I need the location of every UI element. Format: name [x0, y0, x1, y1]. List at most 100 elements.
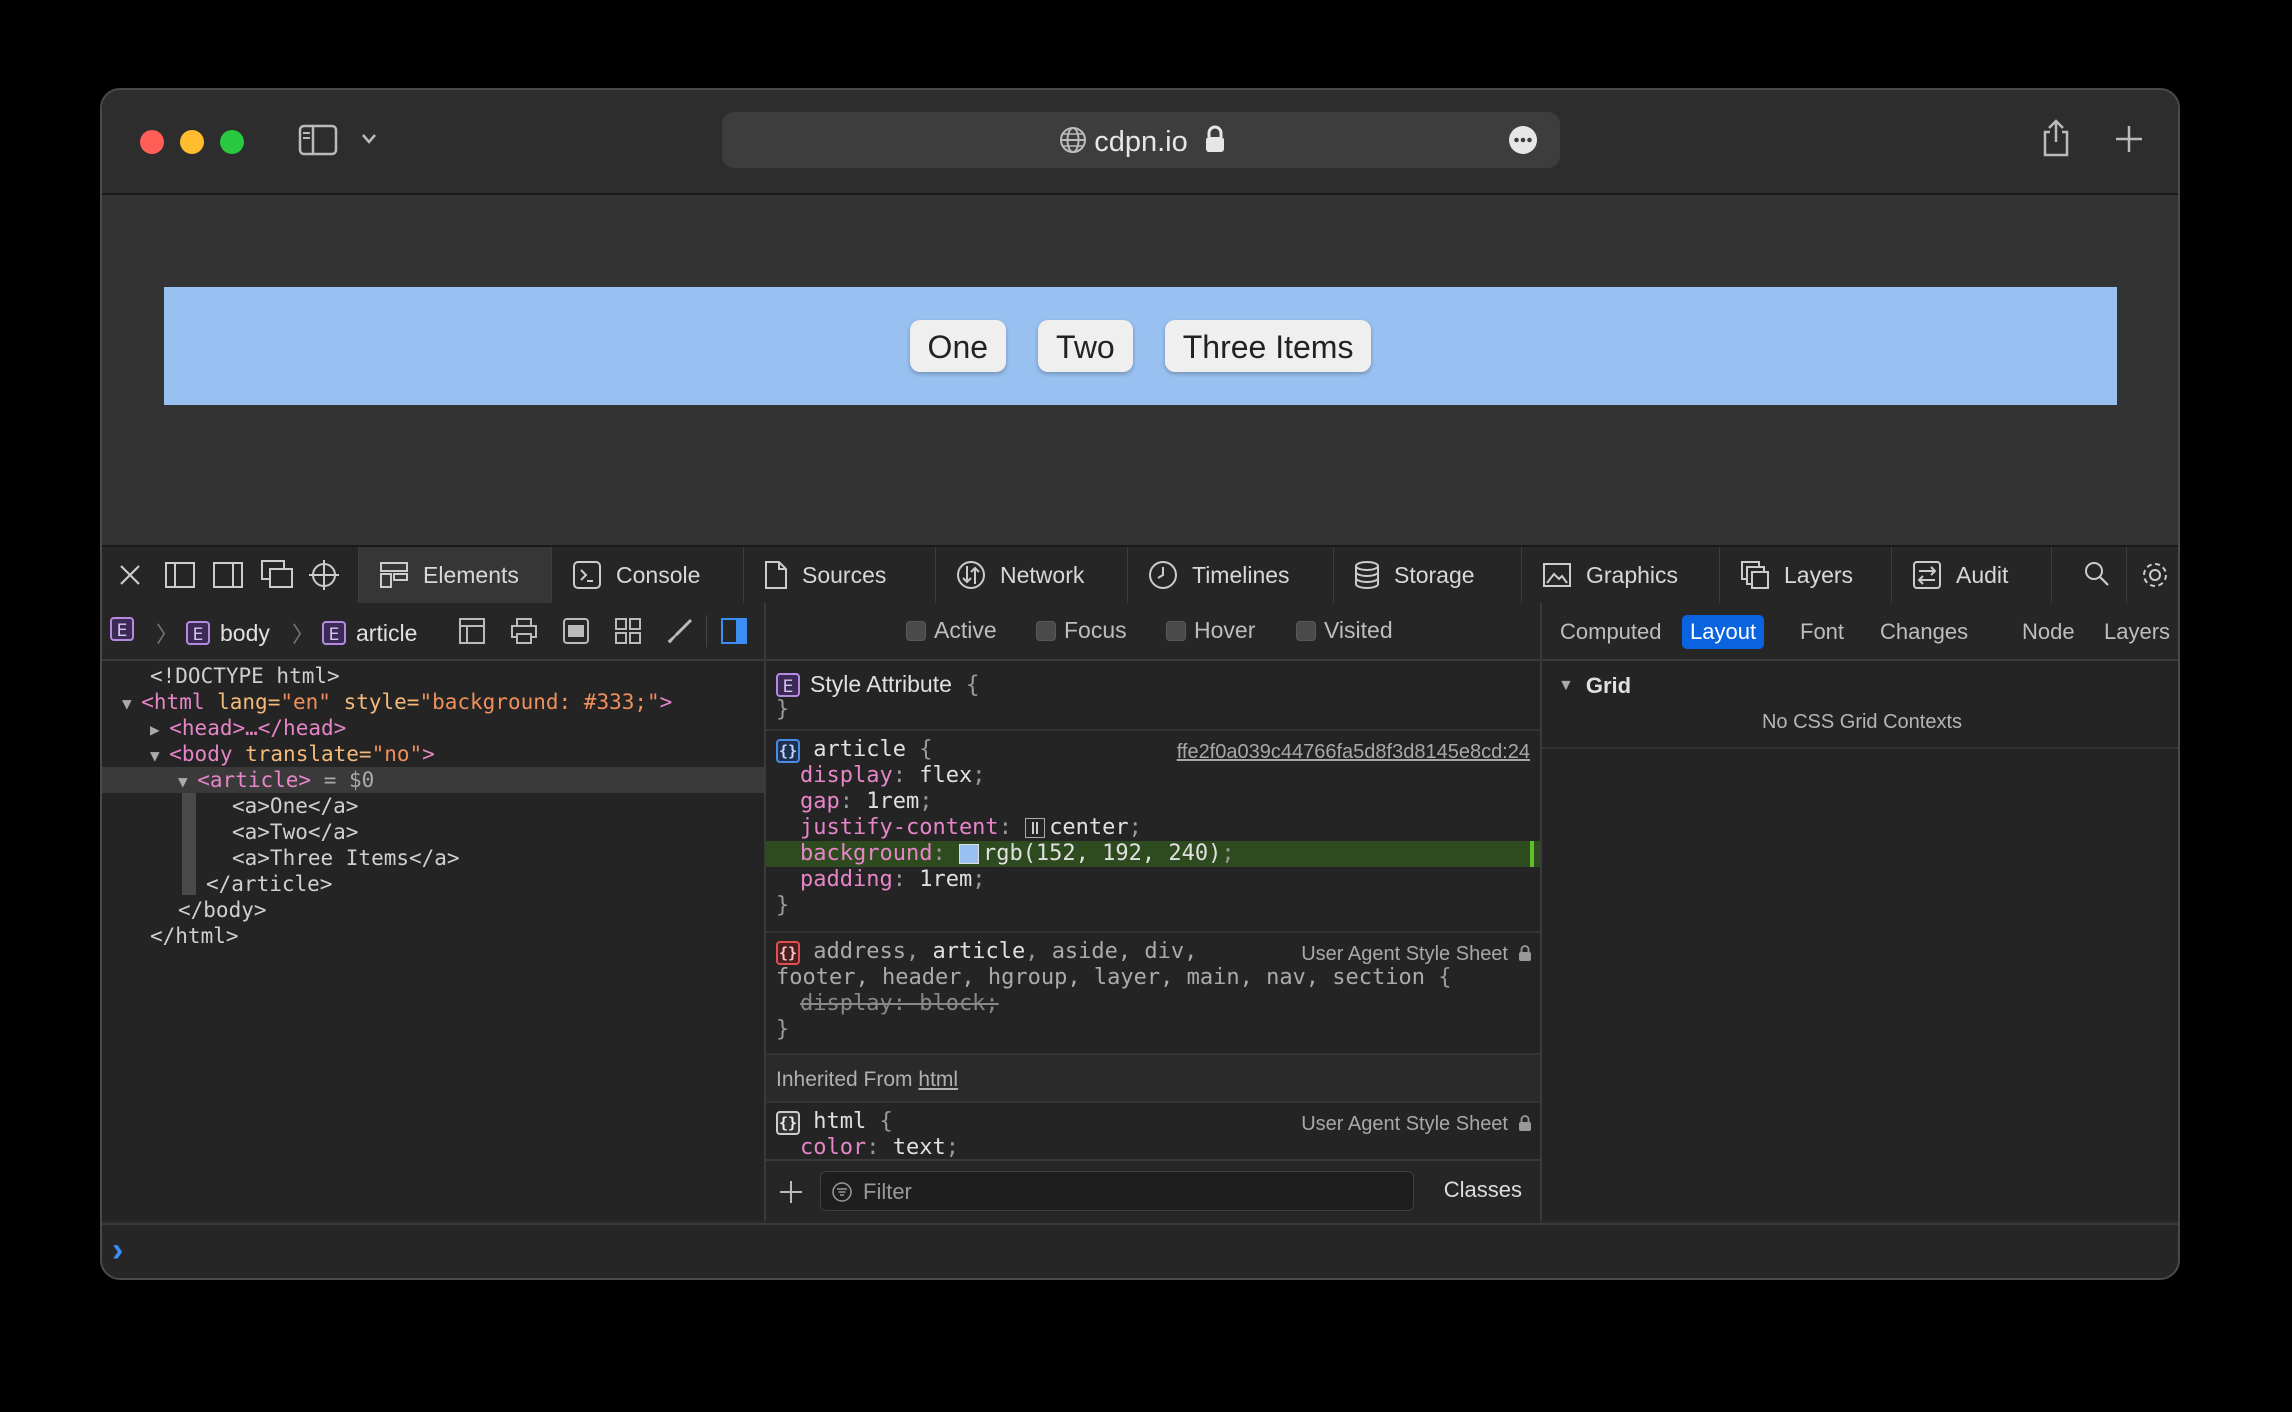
- ua-source-label: User Agent Style Sheet: [1301, 943, 1508, 965]
- plus-icon[interactable]: [2114, 124, 2144, 154]
- sidebar-icon[interactable]: [298, 124, 338, 156]
- tab-sources[interactable]: Sources: [744, 547, 936, 603]
- article-rule-source-link[interactable]: ffe2f0a039c44766fa5d8f3d8145e8cd:24: [1177, 741, 1530, 764]
- dom-link-two[interactable]: <a>Two</a>: [232, 819, 358, 845]
- decl-display[interactable]: display: flex;: [800, 763, 985, 789]
- disclosure-down-icon: ▼: [1558, 677, 1574, 694]
- link-two[interactable]: Two: [1038, 320, 1133, 372]
- dom-article-node[interactable]: ▼ <article> = $0: [178, 767, 374, 795]
- decl-color[interactable]: color: text;: [800, 1135, 959, 1157]
- close-icon[interactable]: [118, 563, 142, 587]
- dom-doctype[interactable]: <!DOCTYPE html>: [150, 663, 340, 689]
- breadcrumb-article[interactable]: 〉 Earticle: [284, 617, 417, 649]
- pseudo-hover-checkbox[interactable]: Hover: [1166, 617, 1255, 644]
- tab-storage[interactable]: Storage: [1334, 547, 1522, 603]
- network-icon: [956, 560, 986, 590]
- breadcrumb-root[interactable]: E: [110, 617, 144, 641]
- undock-icon[interactable]: [260, 559, 294, 591]
- disclosure-down-icon[interactable]: ▼: [178, 772, 197, 791]
- tab-label: Console: [616, 561, 701, 588]
- styles-filter-bar: Filter Classes: [766, 1159, 1540, 1223]
- minimize-window-button[interactable]: [180, 130, 204, 154]
- link-three-items[interactable]: Three Items: [1164, 320, 1372, 372]
- filter-input[interactable]: Filter: [820, 1171, 1414, 1211]
- change-marker: [1530, 841, 1534, 867]
- chevron-down-icon[interactable]: [360, 132, 378, 146]
- flex-alignment-icon[interactable]: [1025, 818, 1046, 838]
- share-icon[interactable]: [2040, 118, 2072, 158]
- audit-icon: [1912, 560, 1942, 590]
- brush-icon[interactable]: [666, 617, 694, 645]
- ua-rule-selector[interactable]: {} address, article, aside, div,: [776, 939, 1197, 965]
- decl-padding[interactable]: padding: 1rem;: [800, 867, 985, 893]
- color-swatch[interactable]: [958, 844, 979, 864]
- disclosure-right-icon[interactable]: ▶: [150, 720, 169, 739]
- dom-link-three[interactable]: <a>Three Items</a>: [232, 845, 460, 871]
- tab-layers[interactable]: Layers: [1720, 547, 1892, 603]
- dom-link-one[interactable]: <a>One</a>: [232, 793, 358, 819]
- dom-head-node[interactable]: ▶ <head>…</head>: [150, 715, 346, 743]
- dom-body-close[interactable]: </body>: [178, 897, 267, 923]
- ua-rule-icon: {}: [776, 1111, 800, 1135]
- dom-body-node[interactable]: ▼ <body translate="no">: [150, 741, 435, 769]
- dom-html-node[interactable]: ▼ <html lang="en" style="background: #33…: [122, 689, 672, 717]
- layout-icon[interactable]: [458, 617, 486, 645]
- grid-icon[interactable]: [614, 617, 642, 645]
- article-rule-selector[interactable]: {} article {: [776, 737, 932, 763]
- console-prompt-bar[interactable]: ›: [102, 1223, 2178, 1278]
- inherited-from-link[interactable]: html: [918, 1068, 958, 1091]
- pseudo-visited-checkbox[interactable]: Visited: [1296, 617, 1393, 644]
- classes-button[interactable]: Classes: [1444, 1177, 1522, 1203]
- tab-computed[interactable]: Computed: [1552, 615, 1670, 649]
- brace: }: [776, 697, 790, 722]
- tab-font[interactable]: Font: [1792, 615, 1852, 649]
- html-rule-selector[interactable]: {} html {: [776, 1109, 893, 1135]
- decl-background[interactable]: background: rgb(152, 192, 240);: [800, 841, 1235, 867]
- tab-console[interactable]: Console: [552, 547, 744, 603]
- dom-article-close[interactable]: </article>: [206, 871, 332, 897]
- filter-icon: [831, 1181, 853, 1203]
- breadcrumb: E 〉 Ebody 〉 Earticle: [102, 603, 764, 661]
- grid-section-header[interactable]: ▼ Grid: [1558, 673, 1631, 699]
- address-bar[interactable]: cdpn.io: [722, 112, 1560, 168]
- close-window-button[interactable]: [140, 130, 164, 154]
- tab-layers-sidebar[interactable]: Layers: [2096, 615, 2178, 649]
- tab-layout[interactable]: Layout: [1682, 615, 1765, 649]
- tab-timelines[interactable]: Timelines: [1128, 547, 1334, 603]
- lock-icon: [1518, 944, 1532, 962]
- more-options-icon[interactable]: [1508, 125, 1538, 155]
- style-attribute-rule[interactable]: E Style Attribute {: [776, 671, 980, 698]
- breadcrumb-body[interactable]: 〉 Ebody: [148, 617, 270, 649]
- zoom-window-button[interactable]: [220, 130, 244, 154]
- tab-graphics[interactable]: Graphics: [1522, 547, 1720, 603]
- subtree-guide: [182, 793, 196, 895]
- gear-icon[interactable]: [2140, 560, 2170, 590]
- dock-bottom-icon[interactable]: [164, 561, 196, 589]
- article-container: One Two Three Items: [164, 287, 2117, 405]
- add-rule-plus-icon[interactable]: [778, 1179, 804, 1205]
- search-icon[interactable]: [2084, 561, 2110, 587]
- tab-elements[interactable]: Elements: [358, 547, 552, 603]
- dock-side-icon[interactable]: [212, 561, 244, 589]
- details-sidebar-icon[interactable]: [720, 617, 748, 645]
- pseudo-focus-checkbox[interactable]: Focus: [1036, 617, 1127, 644]
- lock-icon: [1204, 124, 1226, 154]
- print-icon[interactable]: [510, 617, 538, 645]
- pseudo-active-checkbox[interactable]: Active: [906, 617, 997, 644]
- element-picker-icon[interactable]: [308, 559, 340, 591]
- tab-label: Storage: [1394, 561, 1475, 588]
- tab-changes[interactable]: Changes: [1872, 615, 1976, 649]
- tab-network[interactable]: Network: [936, 547, 1128, 603]
- dom-html-close[interactable]: </html>: [150, 923, 239, 949]
- link-one[interactable]: One: [909, 320, 1007, 372]
- tab-node[interactable]: Node: [2014, 615, 2083, 649]
- tab-audit[interactable]: Audit: [1892, 547, 2052, 603]
- disclosure-down-icon[interactable]: ▼: [150, 746, 169, 765]
- screenshot-icon[interactable]: [562, 617, 590, 645]
- decl-display-overridden[interactable]: display: block;: [800, 991, 999, 1017]
- decl-gap[interactable]: gap: 1rem;: [800, 789, 932, 815]
- decl-justify-content[interactable]: justify-content: center;: [800, 815, 1142, 841]
- disclosure-down-icon[interactable]: ▼: [122, 694, 141, 713]
- divider: [2126, 547, 2127, 603]
- divider: [766, 931, 1540, 933]
